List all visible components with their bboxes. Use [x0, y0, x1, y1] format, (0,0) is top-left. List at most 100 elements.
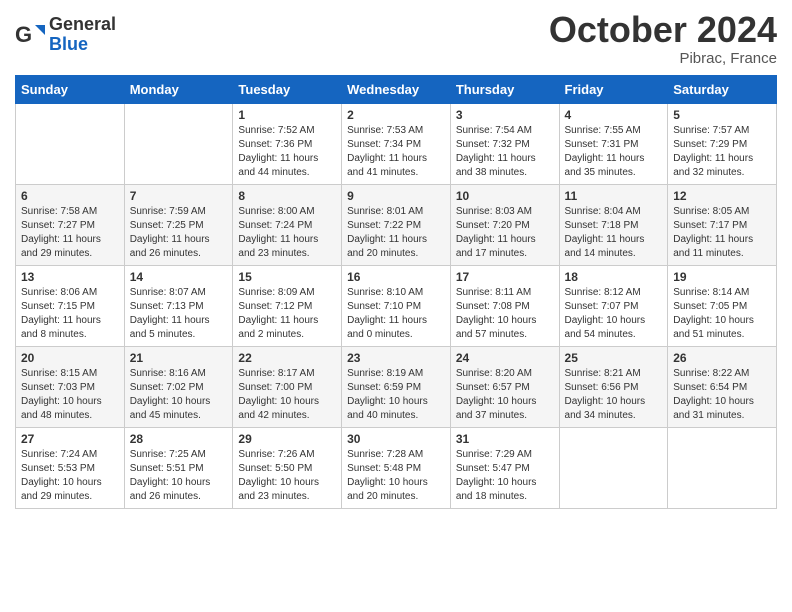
day-number: 29: [238, 432, 336, 446]
day-number: 7: [130, 189, 228, 203]
calendar-cell: 30 Sunrise: 7:28 AM Sunset: 5:48 PM Dayli…: [342, 427, 451, 508]
day-info: Sunrise: 7:59 AM Sunset: 7:25 PM Dayligh…: [130, 205, 228, 261]
header-day-saturday: Saturday: [668, 75, 777, 103]
day-info: Sunrise: 8:07 AM Sunset: 7:13 PM Dayligh…: [130, 286, 228, 342]
day-number: 17: [456, 270, 554, 284]
calendar-cell: 9 Sunrise: 8:01 AM Sunset: 7:22 PM Daylig…: [342, 184, 451, 265]
day-info: Sunrise: 8:00 AM Sunset: 7:24 PM Dayligh…: [238, 205, 336, 261]
calendar-cell: 14 Sunrise: 8:07 AM Sunset: 7:13 PM Dayli…: [124, 265, 233, 346]
day-number: 26: [673, 351, 771, 365]
day-info: Sunrise: 8:04 AM Sunset: 7:18 PM Dayligh…: [565, 205, 663, 261]
calendar-cell: 6Sunrise: 7:58 AM Sunset: 7:27 PM Daylig…: [16, 184, 125, 265]
header-day-friday: Friday: [559, 75, 668, 103]
logo-text: General Blue: [49, 15, 116, 55]
day-info: Sunrise: 7:52 AM Sunset: 7:36 PM Dayligh…: [238, 124, 336, 180]
calendar-cell: 23 Sunrise: 8:19 AM Sunset: 6:59 PM Dayli…: [342, 346, 451, 427]
day-info: Sunrise: 7:24 AM Sunset: 5:53 PM Dayligh…: [21, 448, 119, 504]
month-title: October 2024: [549, 10, 777, 50]
day-info: Sunrise: 8:01 AM Sunset: 7:22 PM Dayligh…: [347, 205, 445, 261]
day-info: Sunrise: 8:21 AM Sunset: 6:56 PM Dayligh…: [565, 367, 663, 423]
calendar-cell: 18Sunrise: 8:12 AM Sunset: 7:07 PM Dayli…: [559, 265, 668, 346]
calendar-cell: 12Sunrise: 8:05 AM Sunset: 7:17 PM Dayli…: [668, 184, 777, 265]
day-number: 5: [673, 108, 771, 122]
day-number: 15: [238, 270, 336, 284]
day-info: Sunrise: 7:28 AM Sunset: 5:48 PM Dayligh…: [347, 448, 445, 504]
day-number: 22: [238, 351, 336, 365]
day-number: 1: [238, 108, 336, 122]
day-info: Sunrise: 8:17 AM Sunset: 7:00 PM Dayligh…: [238, 367, 336, 423]
calendar-cell: 15 Sunrise: 8:09 AM Sunset: 7:12 PM Dayli…: [233, 265, 342, 346]
calendar-week-4: 20 Sunrise: 8:15 AM Sunset: 7:03 PM Dayli…: [16, 346, 777, 427]
day-number: 9: [347, 189, 445, 203]
day-info: Sunrise: 7:29 AM Sunset: 5:47 PM Dayligh…: [456, 448, 554, 504]
calendar-cell: 1 Sunrise: 7:52 AM Sunset: 7:36 PM Daylig…: [233, 103, 342, 184]
day-number: 12: [673, 189, 771, 203]
day-info: Sunrise: 7:55 AM Sunset: 7:31 PM Dayligh…: [565, 124, 663, 180]
calendar-week-1: 1 Sunrise: 7:52 AM Sunset: 7:36 PM Daylig…: [16, 103, 777, 184]
day-info: Sunrise: 8:19 AM Sunset: 6:59 PM Dayligh…: [347, 367, 445, 423]
calendar-week-2: 6Sunrise: 7:58 AM Sunset: 7:27 PM Daylig…: [16, 184, 777, 265]
calendar-cell: 21 Sunrise: 8:16 AM Sunset: 7:02 PM Dayli…: [124, 346, 233, 427]
day-info: Sunrise: 8:09 AM Sunset: 7:12 PM Dayligh…: [238, 286, 336, 342]
calendar-cell: 29 Sunrise: 7:26 AM Sunset: 5:50 PM Dayli…: [233, 427, 342, 508]
calendar-cell: 25 Sunrise: 8:21 AM Sunset: 6:56 PM Dayli…: [559, 346, 668, 427]
logo-general-text: General: [49, 15, 116, 35]
day-number: 24: [456, 351, 554, 365]
calendar-cell: 3Sunrise: 7:54 AM Sunset: 7:32 PM Daylig…: [450, 103, 559, 184]
day-number: 18: [565, 270, 663, 284]
day-info: Sunrise: 8:06 AM Sunset: 7:15 PM Dayligh…: [21, 286, 119, 342]
day-info: Sunrise: 7:25 AM Sunset: 5:51 PM Dayligh…: [130, 448, 228, 504]
day-number: 25: [565, 351, 663, 365]
header-day-sunday: Sunday: [16, 75, 125, 103]
day-number: 21: [130, 351, 228, 365]
day-number: 14: [130, 270, 228, 284]
day-number: 19: [673, 270, 771, 284]
day-number: 10: [456, 189, 554, 203]
day-number: 16: [347, 270, 445, 284]
calendar-cell: 19 Sunrise: 8:14 AM Sunset: 7:05 PM Dayli…: [668, 265, 777, 346]
calendar-cell: [124, 103, 233, 184]
calendar: SundayMondayTuesdayWednesdayThursdayFrid…: [15, 75, 777, 509]
header: G General Blue October 2024 Pibrac, Fran…: [15, 10, 777, 67]
day-info: Sunrise: 8:20 AM Sunset: 6:57 PM Dayligh…: [456, 367, 554, 423]
location: Pibrac, France: [549, 50, 777, 67]
calendar-cell: 22 Sunrise: 8:17 AM Sunset: 7:00 PM Dayli…: [233, 346, 342, 427]
calendar-cell: 13Sunrise: 8:06 AM Sunset: 7:15 PM Dayli…: [16, 265, 125, 346]
day-number: 30: [347, 432, 445, 446]
day-info: Sunrise: 7:26 AM Sunset: 5:50 PM Dayligh…: [238, 448, 336, 504]
day-number: 28: [130, 432, 228, 446]
day-number: 20: [21, 351, 119, 365]
calendar-week-5: 27Sunrise: 7:24 AM Sunset: 5:53 PM Dayli…: [16, 427, 777, 508]
day-info: Sunrise: 8:14 AM Sunset: 7:05 PM Dayligh…: [673, 286, 771, 342]
header-day-monday: Monday: [124, 75, 233, 103]
calendar-body: 1 Sunrise: 7:52 AM Sunset: 7:36 PM Daylig…: [16, 103, 777, 508]
header-day-tuesday: Tuesday: [233, 75, 342, 103]
calendar-cell: 11Sunrise: 8:04 AM Sunset: 7:18 PM Dayli…: [559, 184, 668, 265]
day-info: Sunrise: 8:16 AM Sunset: 7:02 PM Dayligh…: [130, 367, 228, 423]
day-info: Sunrise: 7:53 AM Sunset: 7:34 PM Dayligh…: [347, 124, 445, 180]
calendar-cell: [16, 103, 125, 184]
calendar-cell: 28 Sunrise: 7:25 AM Sunset: 5:51 PM Dayli…: [124, 427, 233, 508]
day-info: Sunrise: 8:22 AM Sunset: 6:54 PM Dayligh…: [673, 367, 771, 423]
day-info: Sunrise: 8:03 AM Sunset: 7:20 PM Dayligh…: [456, 205, 554, 261]
calendar-cell: 10 Sunrise: 8:03 AM Sunset: 7:20 PM Dayli…: [450, 184, 559, 265]
calendar-cell: 26 Sunrise: 8:22 AM Sunset: 6:54 PM Dayli…: [668, 346, 777, 427]
calendar-cell: 20 Sunrise: 8:15 AM Sunset: 7:03 PM Dayli…: [16, 346, 125, 427]
day-info: Sunrise: 7:54 AM Sunset: 7:32 PM Dayligh…: [456, 124, 554, 180]
title-block: October 2024 Pibrac, France: [549, 10, 777, 67]
day-info: Sunrise: 8:11 AM Sunset: 7:08 PM Dayligh…: [456, 286, 554, 342]
calendar-cell: 2 Sunrise: 7:53 AM Sunset: 7:34 PM Daylig…: [342, 103, 451, 184]
day-number: 6: [21, 189, 119, 203]
page: G General Blue October 2024 Pibrac, Fran…: [0, 0, 792, 524]
calendar-cell: 5Sunrise: 7:57 AM Sunset: 7:29 PM Daylig…: [668, 103, 777, 184]
day-info: Sunrise: 8:10 AM Sunset: 7:10 PM Dayligh…: [347, 286, 445, 342]
header-day-thursday: Thursday: [450, 75, 559, 103]
calendar-cell: [559, 427, 668, 508]
calendar-header: SundayMondayTuesdayWednesdayThursdayFrid…: [16, 75, 777, 103]
day-number: 8: [238, 189, 336, 203]
day-info: Sunrise: 8:15 AM Sunset: 7:03 PM Dayligh…: [21, 367, 119, 423]
day-number: 2: [347, 108, 445, 122]
day-number: 23: [347, 351, 445, 365]
svg-text:G: G: [15, 22, 32, 47]
calendar-cell: 17 Sunrise: 8:11 AM Sunset: 7:08 PM Dayli…: [450, 265, 559, 346]
